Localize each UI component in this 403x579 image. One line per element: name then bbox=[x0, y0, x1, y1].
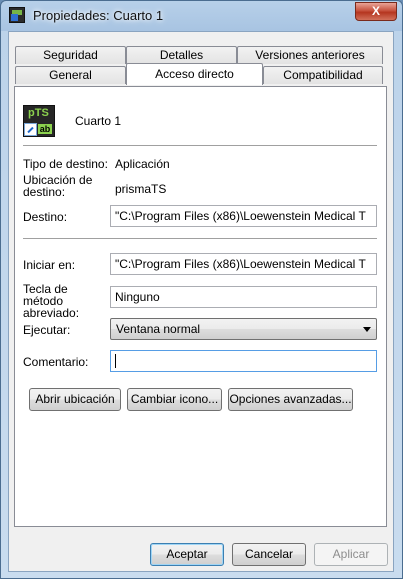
tab-shortcut[interactable]: Acceso directo bbox=[126, 63, 263, 85]
comment-input[interactable] bbox=[110, 350, 377, 372]
tab-security[interactable]: Seguridad bbox=[15, 46, 126, 64]
run-label: Ejecutar: bbox=[23, 323, 71, 337]
icon-badge: ab bbox=[38, 124, 52, 134]
change-icon-button[interactable]: Cambiar icono... bbox=[127, 388, 222, 411]
shortcut-panel: pTS ab Cuarto 1 Tipo de destino: Aplicac… bbox=[14, 86, 387, 527]
tab-compatibility[interactable]: Compatibilidad bbox=[263, 66, 383, 84]
cancel-button[interactable]: Cancelar bbox=[232, 543, 306, 566]
properties-window: Propiedades: Cuarto 1 X Seguridad Detall… bbox=[0, 0, 403, 579]
dialog-client-area: Seguridad Detalles Versiones anteriores … bbox=[8, 31, 394, 572]
app-icon bbox=[9, 7, 25, 23]
shortcut-arrow-icon bbox=[24, 123, 37, 136]
start-in-input[interactable]: "C:\Program Files (x86)\Loewenstein Medi… bbox=[110, 253, 377, 275]
target-label: Destino: bbox=[23, 210, 68, 224]
tab-details[interactable]: Detalles bbox=[126, 46, 237, 64]
separator bbox=[23, 145, 377, 146]
target-input[interactable]: "C:\Program Files (x86)\Loewenstein Medi… bbox=[110, 205, 377, 227]
target-location-label: Ubicación de destino: bbox=[23, 173, 93, 199]
shortcut-app-icon: pTS ab bbox=[23, 105, 55, 137]
shortcut-name: Cuarto 1 bbox=[75, 114, 122, 128]
target-type-label: Tipo de destino: bbox=[23, 157, 108, 171]
open-location-button[interactable]: Abrir ubicación bbox=[29, 388, 121, 411]
target-type-value: Aplicación bbox=[115, 157, 170, 171]
tab-previous-versions[interactable]: Versiones anteriores bbox=[237, 46, 383, 64]
comment-label: Comentario: bbox=[23, 355, 89, 369]
window-title: Propiedades: Cuarto 1 bbox=[33, 8, 164, 23]
advanced-options-button[interactable]: Opciones avanzadas... bbox=[228, 388, 353, 411]
start-in-label: Iniciar en: bbox=[23, 258, 76, 272]
separator bbox=[23, 238, 377, 239]
text-caret bbox=[115, 354, 116, 368]
shortcut-key-label: Tecla de método abreviado: bbox=[23, 282, 80, 320]
icon-text: pTS bbox=[28, 107, 49, 119]
apply-button[interactable]: Aplicar bbox=[314, 543, 388, 566]
tab-general[interactable]: General bbox=[15, 66, 126, 84]
run-select-value: Ventana normal bbox=[116, 322, 201, 336]
run-select[interactable]: Ventana normal bbox=[110, 318, 377, 340]
chevron-down-icon bbox=[363, 327, 371, 332]
shortcut-key-input[interactable]: Ninguno bbox=[110, 286, 377, 308]
ok-button[interactable]: Aceptar bbox=[150, 543, 224, 566]
close-button[interactable]: X bbox=[355, 2, 397, 21]
title-bar[interactable]: Propiedades: Cuarto 1 X bbox=[1, 1, 402, 31]
target-location-value: prismaTS bbox=[115, 182, 167, 196]
